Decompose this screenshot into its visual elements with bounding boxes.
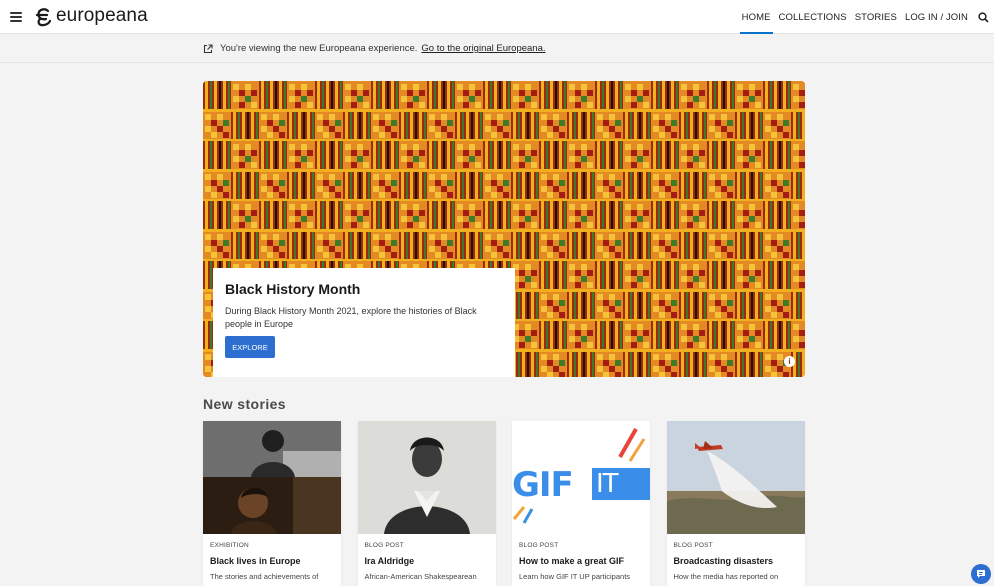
card-image (203, 421, 341, 534)
info-icon[interactable]: i (784, 356, 795, 367)
card-type: BLOG POST (673, 542, 713, 549)
it-up-text: IT UP (596, 469, 630, 529)
card-description: Learn how GIF IT UP participants (519, 572, 631, 581)
card-title: Broadcasting disasters (673, 556, 774, 566)
nav-login-join[interactable]: LOG IN / JOIN (901, 0, 972, 34)
card-image (357, 421, 496, 534)
new-experience-notice: You're viewing the new Europeana experie… (0, 35, 994, 63)
hero-card: Black History Month During Black History… (213, 268, 515, 377)
nav-collections[interactable]: COLLECTIONS (775, 0, 851, 34)
story-cards: EXHIBITION Black lives in Europe The sto… (203, 421, 821, 586)
top-navigation-bar: europeana HOME COLLECTIONS STORIES LOG I… (0, 0, 994, 34)
feedback-button[interactable] (971, 564, 991, 584)
story-card-broadcasting-disasters[interactable]: BLOG POST Broadcasting disasters How the… (666, 421, 805, 586)
story-card-ira-aldridge[interactable]: BLOG POST Ira Aldridge African-American … (357, 421, 496, 586)
original-europeana-link[interactable]: Go to the original Europeana. (421, 43, 545, 54)
section-title-new-stories: New stories (203, 396, 286, 412)
europeana-logo[interactable]: europeana (35, 5, 148, 27)
logo-text: europeana (56, 5, 148, 26)
explore-button[interactable]: EXPLORE (225, 336, 275, 358)
hero-description: During Black History Month 2021, explore… (225, 306, 477, 329)
notice-text: You're viewing the new Europeana experie… (220, 43, 418, 54)
card-type: BLOG POST (364, 542, 404, 549)
card-type: BLOG POST (519, 542, 559, 549)
hero-title: Black History Month (225, 281, 361, 297)
card-type: EXHIBITION (210, 542, 249, 549)
search-icon[interactable] (972, 0, 994, 34)
nav-home[interactable]: HOME (738, 0, 775, 34)
main-nav: HOME COLLECTIONS STORIES LOG IN / JOIN (738, 0, 994, 34)
card-image (666, 421, 805, 534)
card-title: Black lives in Europe (210, 556, 301, 566)
gif-text: GIF (512, 465, 574, 505)
europeana-logo-icon (35, 8, 52, 27)
story-card-black-lives-in-europe[interactable]: EXHIBITION Black lives in Europe The sto… (203, 421, 341, 586)
card-image: GIF IT UP (512, 421, 650, 534)
chat-icon (977, 570, 985, 578)
hamburger-menu-icon[interactable] (10, 12, 22, 22)
external-link-icon (203, 43, 213, 53)
card-title: How to make a great GIF (519, 556, 625, 566)
story-card-gif[interactable]: GIF IT UP BLOG POST How to make a great … (512, 421, 650, 586)
card-description: How the media has reported on (673, 572, 779, 581)
hero-banner: Black History Month During Black History… (203, 81, 805, 377)
card-description: African-American Shakespearean (364, 572, 477, 581)
card-title: Ira Aldridge (364, 556, 415, 566)
nav-stories[interactable]: STORIES (851, 0, 901, 34)
card-description: The stories and achievements of (210, 572, 319, 581)
